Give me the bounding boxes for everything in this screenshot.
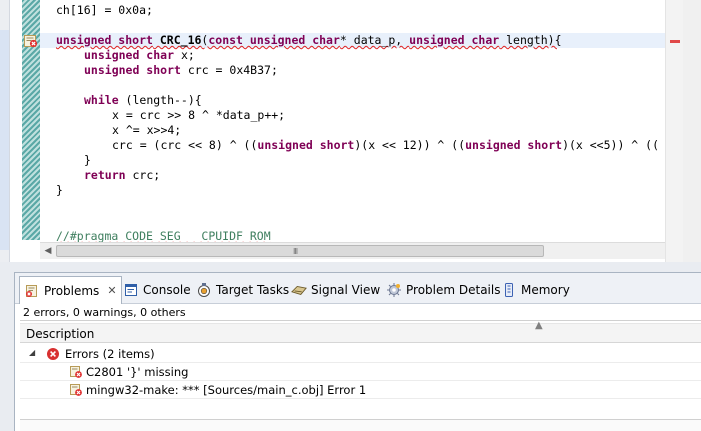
signal-view-icon bbox=[291, 282, 307, 298]
problem-details-icon bbox=[386, 282, 402, 298]
error-overview-mark[interactable] bbox=[670, 40, 680, 43]
tab-label: Problems bbox=[44, 283, 100, 298]
problems-summary: 2 errors, 0 warnings, 0 others bbox=[23, 306, 186, 319]
memory-icon bbox=[501, 282, 517, 298]
table-row[interactable]: mingw32-make: *** [Sources/main_c.obj] E… bbox=[20, 381, 701, 399]
editor-overview-ruler[interactable] bbox=[665, 0, 683, 262]
editor-horizontal-scrollbar[interactable]: ◀ III bbox=[40, 242, 665, 259]
problems-icon bbox=[24, 283, 40, 299]
column-header-description[interactable]: Description bbox=[26, 327, 94, 341]
problem-group-row[interactable]: ◢ Errors (2 items) bbox=[20, 345, 701, 363]
code-editor[interactable]: ch[16] = 0x0a; unsigned short CRC_16(con… bbox=[0, 0, 701, 262]
problem-description: mingw32-make: *** [Sources/main_c.obj] E… bbox=[86, 383, 367, 397]
code-line: unsigned short crc = 0x4B37; bbox=[84, 63, 278, 78]
code-fragment: )(x <<5)) ^ (( bbox=[562, 138, 659, 152]
keyword: unsigned short bbox=[257, 138, 355, 152]
editor-outer-gap bbox=[683, 0, 701, 262]
scrollbar-grip: III bbox=[293, 247, 298, 256]
keyword: unsigned short bbox=[84, 63, 181, 77]
code-fragment: crc; bbox=[125, 168, 161, 182]
code-line: crc = (crc << 8) ^ ((unsigned short)(x <… bbox=[112, 138, 659, 153]
error-file-icon bbox=[69, 383, 83, 397]
sort-indicator-icon: ▲ bbox=[535, 320, 543, 331]
tab-label: Memory bbox=[521, 283, 570, 297]
tab-label: Console bbox=[143, 283, 191, 297]
code-fragment: length){ bbox=[499, 33, 562, 47]
code-line-function-signature: unsigned short CRC_16(const unsigned cha… bbox=[40, 33, 665, 48]
keyword: unsigned char bbox=[409, 33, 500, 47]
editor-left-strip bbox=[0, 0, 10, 262]
scrollbar-thumb[interactable]: III bbox=[56, 245, 544, 257]
target-tasks-icon bbox=[196, 282, 212, 298]
keyword: return bbox=[84, 168, 126, 182]
panel-divider[interactable] bbox=[0, 262, 701, 272]
error-marker-icon[interactable] bbox=[24, 33, 38, 48]
code-fragment bbox=[153, 33, 160, 47]
keyword: const unsigned char bbox=[208, 33, 340, 47]
keyword: while bbox=[84, 93, 119, 107]
problems-panel: Problems ✕ Console Target Tasks Signal V… bbox=[14, 272, 701, 431]
tab-problems[interactable]: Problems ✕ bbox=[19, 276, 122, 304]
tab-target-tasks[interactable]: Target Tasks bbox=[196, 277, 289, 303]
code-line: x = crc >> 8 ^ *data_p++; bbox=[112, 108, 286, 122]
code-area[interactable]: ch[16] = 0x0a; unsigned short CRC_16(con… bbox=[40, 0, 665, 242]
code-line: return crc; bbox=[84, 168, 160, 183]
code-line: while (length--){ bbox=[84, 93, 202, 108]
code-fragment: crc = 0x4B37; bbox=[180, 63, 278, 77]
tab-problem-details[interactable]: Problem Details bbox=[386, 277, 500, 303]
group-label: Errors (2 items) bbox=[65, 347, 155, 361]
close-icon[interactable]: ✕ bbox=[107, 284, 116, 297]
code-fragment: crc = (crc << 8) ^ (( bbox=[112, 138, 258, 152]
function-name: CRC_16 bbox=[159, 33, 202, 47]
expand-triangle-icon[interactable]: ◢ bbox=[29, 348, 35, 357]
code-fragment: x; bbox=[174, 48, 195, 62]
code-fragment: * data_p, bbox=[339, 33, 410, 47]
tab-label: Target Tasks bbox=[216, 283, 290, 297]
tab-label: Problem Details bbox=[406, 283, 501, 297]
code-fragment: )(x << 12)) ^ (( bbox=[354, 138, 466, 152]
table-horizontal-scrollbar[interactable] bbox=[20, 419, 701, 431]
table-header[interactable]: Description ▲ bbox=[20, 320, 701, 343]
code-line: x ^= x>>4; bbox=[112, 123, 182, 137]
panel-left-edge bbox=[0, 272, 14, 431]
problem-description: C2801 '}' missing bbox=[86, 365, 189, 379]
error-file-icon bbox=[69, 365, 83, 379]
tab-memory[interactable]: Memory bbox=[501, 277, 570, 303]
code-line: } bbox=[56, 183, 63, 197]
code-line: unsigned char x; bbox=[84, 48, 195, 63]
keyword: unsigned short bbox=[465, 138, 563, 152]
tab-label: Signal View bbox=[311, 283, 381, 297]
scroll-left-icon[interactable]: ◀ bbox=[40, 243, 56, 259]
table-row[interactable]: C2801 '}' missing bbox=[20, 363, 701, 381]
view-tab-bar: Problems ✕ Console Target Tasks Signal V… bbox=[15, 273, 701, 304]
problems-table[interactable]: Description ▲ ◢ Errors (2 items) C2801 '… bbox=[20, 320, 701, 431]
keyword: unsigned char bbox=[84, 48, 175, 62]
code-line: } bbox=[84, 153, 91, 167]
code-line-comment: //#pragma CODE_SEG CPUIDF_ROM bbox=[56, 229, 271, 242]
code-fragment: (length--){ bbox=[118, 93, 202, 107]
console-icon bbox=[123, 282, 139, 298]
error-icon bbox=[46, 347, 60, 361]
tab-signal-view[interactable]: Signal View bbox=[291, 277, 380, 303]
keyword: unsigned short bbox=[56, 33, 153, 47]
tab-console[interactable]: Console bbox=[123, 277, 191, 303]
code-line: ch[16] = 0x0a; bbox=[56, 3, 153, 17]
comment-text: //#pragma CODE_SEG CPUIDF_ROM bbox=[56, 229, 271, 242]
